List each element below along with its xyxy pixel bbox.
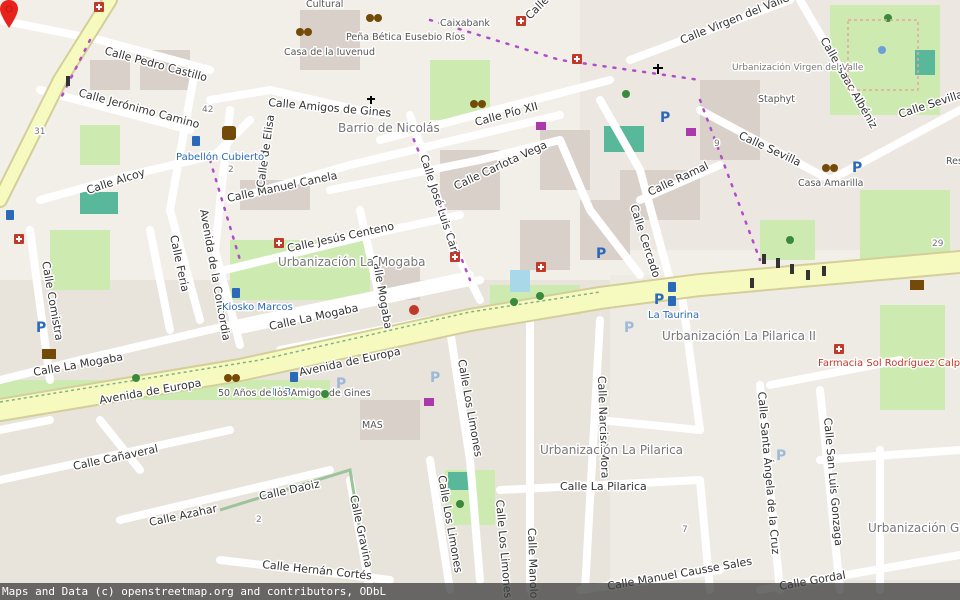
poi-label: 50 Años de los Amigos de Gines bbox=[218, 388, 371, 399]
map-attribution: Maps and Data (c) openstreetmap.org and … bbox=[0, 583, 960, 600]
pool bbox=[510, 270, 530, 292]
post-office-icon bbox=[42, 349, 56, 359]
svg-text:P: P bbox=[776, 448, 786, 464]
pharmacy-icon bbox=[516, 16, 526, 26]
poi-label: Caixabank bbox=[440, 18, 490, 29]
poi-label: Casa de la Iuvenud bbox=[284, 47, 375, 58]
area-label: Urbanización Guadaljarafe bbox=[868, 521, 960, 535]
poi-label: Kiosko Marcos bbox=[222, 302, 293, 313]
poi-label: La Taurina bbox=[648, 310, 699, 321]
theatre-icon bbox=[222, 126, 236, 140]
house-number: 29 bbox=[932, 239, 944, 249]
area-label: Barrio de Nicolás bbox=[338, 121, 440, 135]
area-label: Urbanización La Pilarica II bbox=[662, 329, 816, 343]
area-label: Urbanización La Pilarica bbox=[540, 443, 683, 457]
house-number: 2 bbox=[228, 165, 234, 175]
monument-icon bbox=[910, 280, 924, 290]
poi-label: Pabellón Cubierto bbox=[176, 151, 264, 163]
poi-label: Farmacia Sol Rodríguez Calpe bbox=[818, 357, 960, 369]
street-label: Calle La Pilarica bbox=[560, 480, 647, 493]
house-number: 7 bbox=[682, 525, 688, 535]
area-label: Urbanización Virgen del Valle bbox=[732, 62, 864, 73]
poi-label: Staphyt bbox=[758, 94, 795, 105]
pharmacy-icon bbox=[14, 234, 24, 244]
pharmacy-icon bbox=[572, 54, 582, 64]
house-number: 42 bbox=[202, 105, 213, 115]
pharmacy-icon bbox=[450, 252, 460, 262]
poi-label: MAS bbox=[362, 420, 383, 431]
house-number: 2 bbox=[256, 515, 262, 525]
svg-text:P: P bbox=[852, 160, 862, 176]
svg-text:P: P bbox=[596, 246, 606, 262]
pharmacy-icon bbox=[834, 344, 844, 354]
veterinary-icon bbox=[409, 305, 419, 315]
poi-label: Resi Ca bbox=[946, 156, 960, 167]
location-pin-icon[interactable] bbox=[0, 0, 18, 28]
area-label: Urbanización La Mogaba bbox=[278, 255, 425, 269]
svg-text:P: P bbox=[36, 320, 46, 336]
map-canvas: Calle Pedro Castillo Calle Jerónimo Cami… bbox=[0, 0, 960, 600]
pharmacy-icon bbox=[274, 238, 284, 248]
pharmacy-icon bbox=[94, 2, 104, 12]
pharmacy-icon bbox=[536, 262, 546, 272]
poi-label: Peña Bética Eusebio Ríos bbox=[346, 32, 465, 43]
svg-text:P: P bbox=[660, 110, 670, 126]
house-number: 9 bbox=[714, 139, 720, 149]
house-number: 31 bbox=[34, 127, 45, 137]
svg-text:P: P bbox=[336, 376, 346, 392]
sports-field bbox=[80, 192, 118, 214]
poi-label: Casa Amarilla bbox=[798, 178, 863, 189]
svg-text:P: P bbox=[654, 292, 664, 308]
map-view[interactable]: Calle Pedro Castillo Calle Jerónimo Cami… bbox=[0, 0, 960, 600]
svg-text:P: P bbox=[624, 320, 634, 336]
svg-text:P: P bbox=[430, 370, 440, 386]
poi-label: Cultural bbox=[306, 0, 343, 10]
